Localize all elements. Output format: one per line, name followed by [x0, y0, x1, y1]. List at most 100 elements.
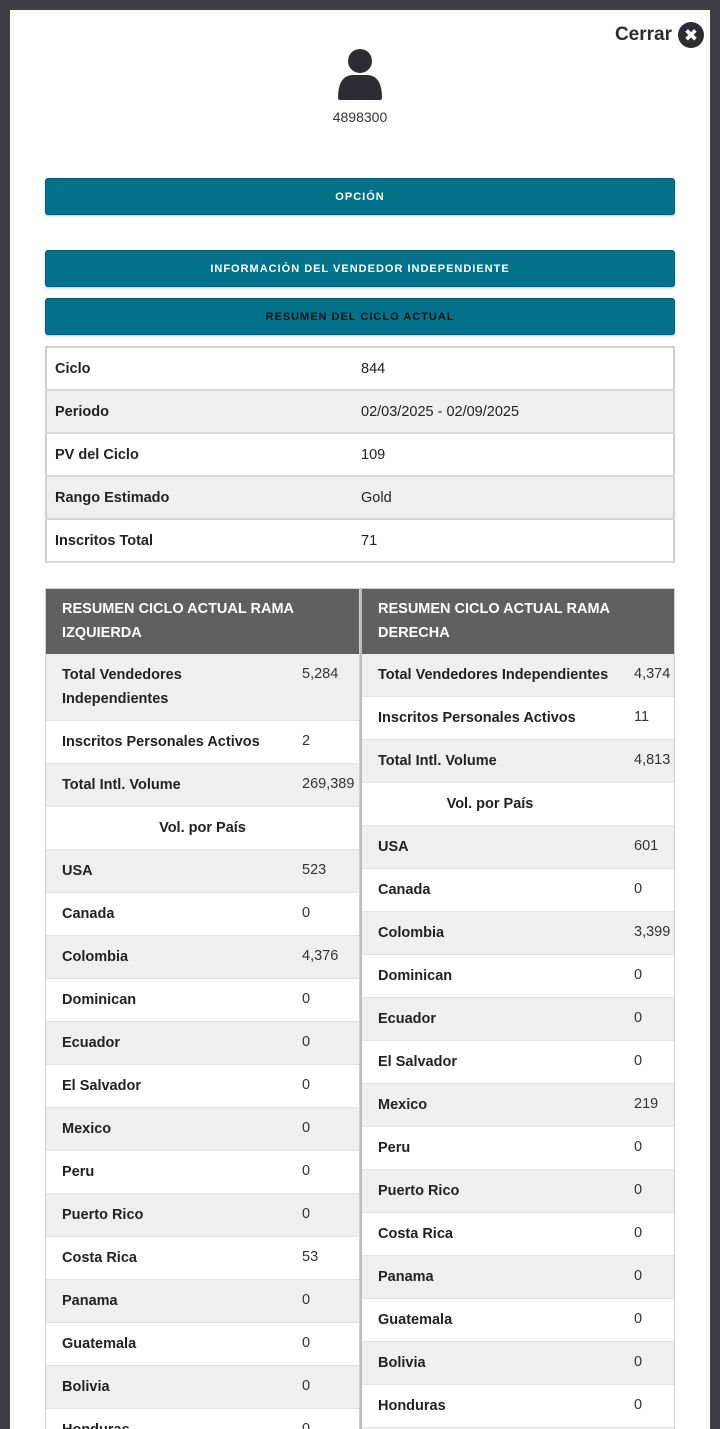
row-value: 0: [302, 1335, 311, 1351]
row-value: 0: [302, 1077, 311, 1093]
close-circle-icon[interactable]: ✖: [678, 22, 704, 48]
row-label: Bolivia: [62, 1379, 110, 1395]
vendor-info-button[interactable]: INFORMACIÒN DEL VENDEDOR INDEPENDIENTE: [45, 250, 675, 287]
row-label: Dominican: [62, 992, 137, 1008]
user-avatar-icon: [338, 49, 382, 100]
row-label: Vol. por País: [159, 820, 246, 836]
row-value: 0: [634, 1010, 643, 1026]
table-row: Colombia 3,399: [362, 912, 674, 955]
left-branch-title: RESUMEN CICLO ACTUAL RAMA IZQUIERDA: [46, 589, 359, 654]
row-value: 11: [634, 709, 650, 725]
table-row: Costa Rica 0: [362, 1213, 674, 1256]
table-row: Costa Rica 53: [46, 1237, 359, 1280]
row-value: 4,813: [634, 752, 671, 768]
row-value: 219: [634, 1096, 659, 1112]
row-value: 0: [302, 905, 311, 921]
row-label: Total Vendedores Independientes: [62, 667, 182, 707]
summary-row: Inscritos Total 71: [46, 519, 674, 563]
row-value: 4,376: [302, 948, 339, 964]
row-value: 0: [302, 1163, 311, 1179]
table-row: Dominican 0: [46, 979, 359, 1022]
option-button[interactable]: OPCIÓN: [45, 178, 675, 215]
row-label: Ecuador: [62, 1035, 121, 1051]
table-row: El Salvador 0: [46, 1065, 359, 1108]
row-label: Total Intl. Volume: [62, 777, 181, 793]
row-label: Guatemala: [378, 1312, 453, 1328]
table-row: Ecuador 0: [46, 1022, 359, 1065]
row-label: El Salvador: [62, 1078, 141, 1094]
row-value: 0: [634, 1354, 643, 1370]
row-value: 0: [634, 1053, 643, 1069]
cycle-summary-button[interactable]: RESUMEN DEL CICLO ACTUAL: [45, 298, 675, 335]
summary-value: 109: [353, 433, 674, 477]
close-button[interactable]: Cerrar ✖: [615, 22, 704, 48]
row-value: 0: [302, 1292, 311, 1308]
summary-label: Inscritos Total: [46, 519, 353, 563]
row-value: 3,399: [634, 924, 671, 940]
row-label: Inscritos Personales Activos: [62, 734, 260, 750]
row-label: Puerto Rico: [62, 1207, 144, 1223]
table-row: Puerto Rico 0: [362, 1170, 674, 1213]
left-branch-rows: Total Vendedores Independientes 5,284 Insc…: [46, 654, 359, 1429]
row-value: 0: [302, 1120, 311, 1136]
table-row: El Salvador 0: [362, 1041, 674, 1084]
table-row: Total Intl. Volume 269,389: [46, 764, 359, 807]
row-label: Peru: [62, 1164, 95, 1180]
row-value: 0: [634, 881, 643, 897]
summary-value: 71: [353, 519, 674, 563]
row-value: 4,374: [634, 666, 671, 682]
row-value: 0: [302, 1378, 311, 1394]
seller-detail-modal: Cerrar ✖ 4898300 OPCIÓN INFORMACIÒN DEL …: [10, 10, 710, 1429]
table-row: Total Vendedores Independientes 5,284: [46, 654, 359, 721]
row-label: Panama: [62, 1293, 118, 1309]
table-row: Total Vendedores Independientes 4,374: [362, 654, 674, 697]
summary-label: Rango Estimado: [46, 476, 353, 520]
table-row: Canada 0: [46, 893, 359, 936]
table-row: Inscritos Personales Activos 2: [46, 721, 359, 764]
row-label: Mexico: [62, 1121, 112, 1137]
section-heading-row: Vol. por País: [362, 783, 674, 826]
summary-row: PV del Ciclo 109: [46, 433, 674, 477]
table-row: Peru 0: [362, 1127, 674, 1170]
summary-row: Rango Estimado Gold: [46, 476, 674, 520]
row-value: 0: [302, 991, 311, 1007]
row-value: 0: [302, 1206, 311, 1222]
row-label: Peru: [378, 1140, 411, 1156]
row-label: El Salvador: [378, 1054, 457, 1070]
table-row: Total Intl. Volume 4,813: [362, 740, 674, 783]
table-row: Mexico 219: [362, 1084, 674, 1127]
summary-value: Gold: [353, 476, 674, 520]
row-label: Total Vendedores Independientes: [378, 667, 609, 683]
summary-label: Ciclo: [46, 347, 353, 391]
table-row: Guatemala 0: [362, 1299, 674, 1342]
row-label: Total Intl. Volume: [378, 753, 497, 769]
row-label: Mexico: [378, 1097, 428, 1113]
row-value: 0: [634, 1225, 643, 1241]
row-label: Panama: [378, 1269, 434, 1285]
table-row: Mexico 0: [46, 1108, 359, 1151]
row-value: 5,284: [302, 666, 339, 682]
row-value: 601: [634, 838, 659, 854]
summary-value: 844: [353, 347, 674, 391]
section-heading-row: Vol. por País: [46, 807, 359, 850]
row-label: Vol. por País: [446, 796, 534, 812]
row-value: 0: [634, 1268, 643, 1284]
row-label: Dominican: [378, 968, 453, 984]
table-row: Colombia 4,376: [46, 936, 359, 979]
row-value: 0: [634, 1397, 643, 1413]
row-label: Canada: [378, 882, 431, 898]
table-row: Inscritos Personales Activos 11: [362, 697, 674, 740]
row-label: Guatemala: [62, 1336, 137, 1352]
row-value: 53: [302, 1249, 319, 1265]
row-label: USA: [62, 863, 93, 879]
row-label: Bolivia: [378, 1355, 426, 1371]
table-row: Panama 0: [362, 1256, 674, 1299]
left-branch-panel: RESUMEN CICLO ACTUAL RAMA IZQUIERDA Tota…: [45, 588, 360, 1429]
row-label: Inscritos Personales Activos: [378, 710, 576, 726]
summary-value: 02/03/2025 - 02/09/2025: [353, 390, 674, 434]
close-label: Cerrar: [614, 24, 672, 45]
summary-label: PV del Ciclo: [46, 433, 353, 477]
table-row: Ecuador 0: [362, 998, 674, 1041]
right-branch-rows: Total Vendedores Independientes 4,374 Insc…: [362, 654, 674, 1429]
table-row: Panama 0: [46, 1280, 359, 1323]
